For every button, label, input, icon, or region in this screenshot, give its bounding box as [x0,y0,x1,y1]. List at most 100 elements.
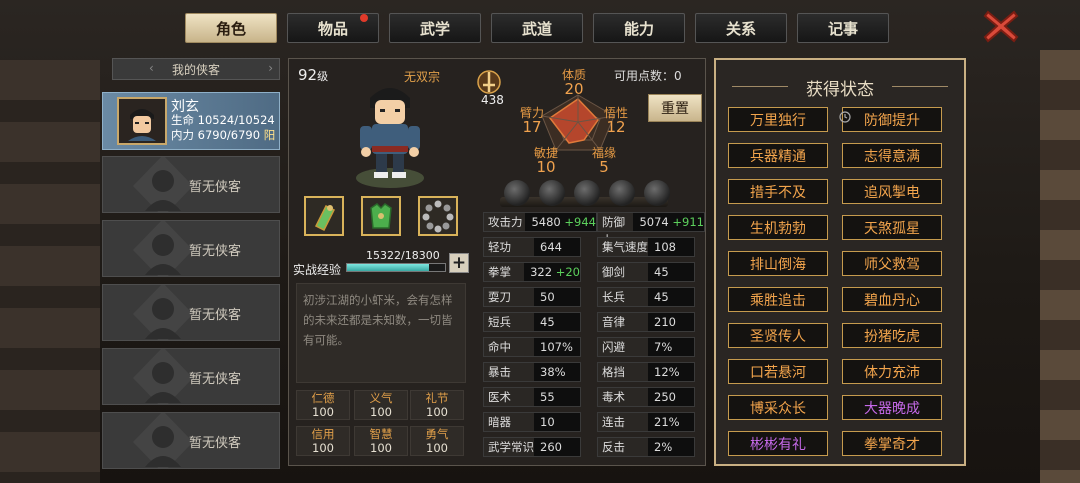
stat-label: 暴击 [484,363,534,381]
stat-row: 攻击力 5480 +944 [483,212,597,232]
hero-slot-empty[interactable]: 暂无侠客 [102,220,280,277]
hero-mp: 内力 6790/6790 [171,128,261,142]
attr-value: 12 [606,118,626,136]
status-tag[interactable]: 圣贤传人 [728,323,828,348]
status-tag[interactable]: 体力充沛 [842,359,942,384]
chevron-left-icon[interactable]: ‹ [149,61,154,75]
hero-slot-empty[interactable]: 暂无侠客 [102,156,280,213]
character-level: 92级 [298,66,328,84]
stat-value: 45 [654,290,669,304]
stat-value: 5480 [531,215,561,229]
status-tag[interactable]: 拳掌奇才 [842,431,942,456]
add-exp-button[interactable]: + [449,253,469,273]
status-tag[interactable]: 兵器精通 [728,143,828,168]
tab-label: 能力 [623,19,654,38]
status-tag[interactable]: 彬彬有礼 [728,431,828,456]
virtue-value: 100 [312,441,334,455]
stat-bonus: +944 [564,215,596,229]
notification-dot-icon [360,14,368,22]
equip-slot-weapon[interactable] [304,196,344,236]
stat-row: 医术 55 [483,387,581,407]
stat-label: 暗器 [484,413,534,431]
equip-slot-armor[interactable] [361,196,401,236]
status-tag[interactable]: 碧血丹心 [842,287,942,312]
empty-silhouette-icon [133,157,193,212]
orb-slot-icon[interactable] [504,180,530,206]
stat-value: 50 [540,290,555,304]
background-scene-left [0,60,100,483]
reset-button[interactable]: 重置 [648,94,702,122]
stat-label: 医术 [484,388,534,406]
stat-value: 260 [540,440,562,454]
status-panel-title: 获得状态 [806,80,874,100]
status-tag[interactable]: 乘胜追击 [728,287,828,312]
hero-slot-empty[interactable]: 暂无侠客 [102,412,280,469]
tab-items[interactable]: 物品 [287,13,379,43]
hero-card-selected[interactable]: 刘玄 生命 10524/10524 内力 6790/6790 阳 [102,92,280,150]
stat-row: 轻功 644 [483,237,581,257]
stat-row: 拳掌 322 +20 [483,262,581,282]
close-x-icon[interactable] [982,8,1020,44]
stat-row: 反击 2% [597,437,695,457]
chevron-right-icon[interactable]: › [268,61,273,75]
level-unit: 级 [317,70,329,83]
stat-row: 长兵 45 [597,287,695,307]
gauntlet-icon [314,204,336,232]
status-tag[interactable]: 志得意满 [842,143,942,168]
equip-slot-accessory[interactable] [418,196,458,236]
status-tag[interactable]: 博采众长 [728,395,828,420]
tab-relations[interactable]: 关系 [695,13,787,43]
status-tag[interactable]: 万里独行 [728,107,828,132]
orb-slot-icon[interactable] [539,180,565,206]
hero-slot-empty[interactable]: 暂无侠客 [102,348,280,405]
tab-character[interactable]: 角色 [185,13,277,43]
stat-row: 耍刀 50 [483,287,581,307]
stat-row: 暴击 38% [483,362,581,382]
virtue-cell: 勇气 100 [410,426,464,456]
status-tag[interactable]: 扮猪吃虎 [842,323,942,348]
hero-list-header[interactable]: ‹ 我的侠客 › [112,58,280,80]
status-tag[interactable]: 追风掣电 [842,179,942,204]
character-sprite [356,88,424,188]
stat-value: 21% [654,415,680,429]
stat-row: 防御力 5074 +911 [597,212,705,247]
virtue-label: 智慧 [369,427,393,441]
empty-slot-label: 暂无侠客 [189,436,242,451]
attr-agility: 敏捷 10 [534,146,558,175]
status-tag[interactable]: 大器晚成 [842,395,942,420]
stat-value: 107% [540,340,573,354]
status-tag[interactable]: 措手不及 [728,179,828,204]
tab-martial-way[interactable]: 武道 [491,13,583,43]
hero-list-title: 我的侠客 [171,62,220,77]
virtue-cell: 智慧 100 [354,426,408,456]
virtue-cell: 礼节 100 [410,390,464,420]
status-tag[interactable]: 师父救驾 [842,251,942,276]
status-tag[interactable]: 防御提升 [842,107,942,132]
status-tag[interactable]: 生机勃勃 [728,215,828,240]
avatar [117,97,167,145]
empty-slot-label: 暂无侠客 [189,372,242,387]
attr-value: 20 [564,80,584,98]
status-tag[interactable]: 口若悬河 [728,359,828,384]
available-points: 可用点数：0 [614,67,682,84]
tab-abilities[interactable]: 能力 [593,13,685,43]
status-tag[interactable]: 天煞孤星 [842,215,942,240]
orb-slot-icon[interactable] [609,180,635,206]
level-value: 92 [298,66,318,84]
tab-journal[interactable]: 记事 [797,13,889,43]
tab-martial-arts[interactable]: 武学 [389,13,481,43]
orb-slot-icon[interactable] [644,180,670,206]
virtue-cell: 仁德 100 [296,390,350,420]
exp-value: 15322/18300 [366,249,440,262]
orb-slot-icon[interactable] [574,180,600,206]
virtue-label: 仁德 [311,391,335,405]
stat-label: 毒术 [598,388,648,406]
virtue-cell: 义气 100 [354,390,408,420]
clock-icon [839,111,851,123]
stat-bonus: +911 [672,215,704,229]
status-tag[interactable]: 排山倒海 [728,251,828,276]
stat-row: 连击 21% [597,412,695,432]
stat-label: 长兵 [598,288,648,306]
hero-slot-empty[interactable]: 暂无侠客 [102,284,280,341]
stat-row: 闪避 7% [597,337,695,357]
